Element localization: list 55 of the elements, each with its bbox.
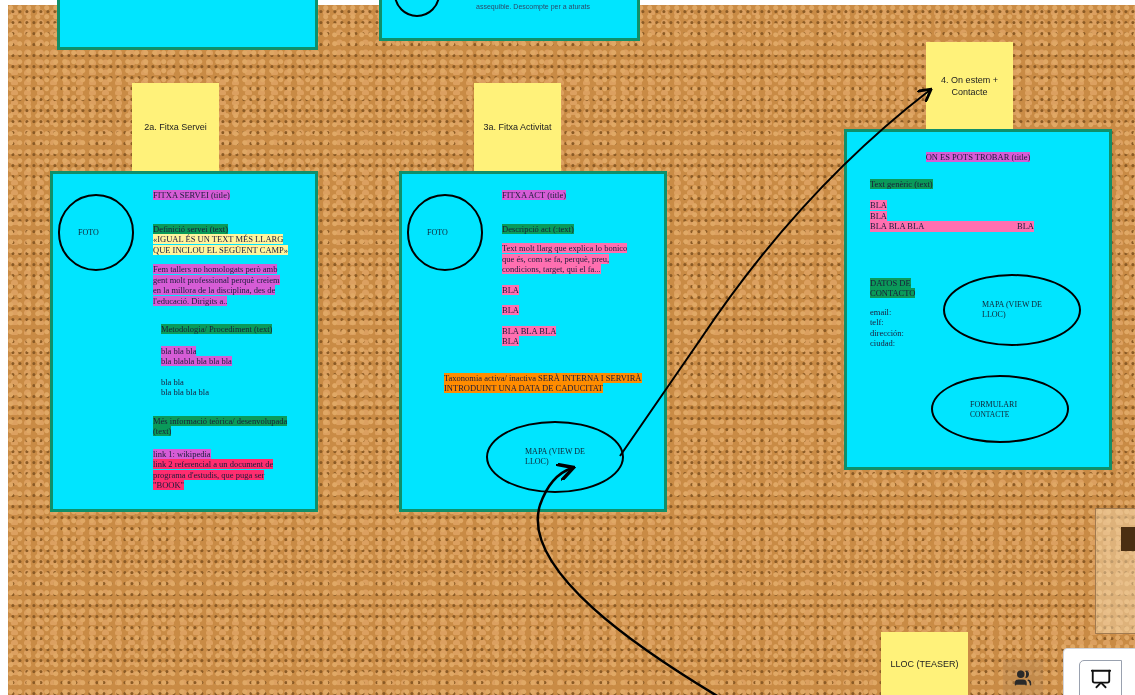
note-text: bla bla bla bla [161,387,209,397]
shape-label: FORMULARI [970,399,1019,410]
note-text: bla bla bla [161,345,197,356]
note-text: dirección: [870,327,904,338]
note-text: en la millora de la disciplina, des de [153,285,276,295]
shape-label: MAPA (VIEW DE LLOC) [525,447,585,467]
note-text: FITXA ACT (title) [502,190,567,200]
presentation-button[interactable] [1079,660,1122,695]
note-text: BLA [870,200,887,210]
sticky-note-text: 4. On estem + Contacte [940,73,999,98]
dark-square-icon [1121,527,1135,551]
note-text: bla bla [161,376,184,387]
shape-label: FOTO [78,227,100,238]
note-text: BLA [1017,221,1034,232]
note-text: Taxonomia activa/ inactiva SERÀ INTERNA I SERVIRÀ [444,372,642,383]
note-text: QUE INCLOU EL SEGÜENT CAMP» [153,244,289,255]
sticky-note-text: 2a. Fitxa Servei [144,121,207,133]
users-button[interactable] [1003,660,1043,695]
note-text: telf: [870,317,884,327]
note-text: Més informació teòrica/ desenvolupada [153,415,288,426]
note-text: email: [870,306,892,317]
note-text: ciudad: [870,338,896,348]
note-text: BLA [502,336,519,346]
note-text: DATOS DE [870,277,911,288]
note-text: Text molt llarg que explica lo bonico [502,243,628,253]
note-text: Text genèric (text) [870,178,933,189]
note-text: BLA BLA BLA [870,221,925,232]
note-text: BLA [502,305,519,315]
note-text: que és, com se fa, perquè, preu, [502,253,610,264]
note-text: Fem tallers no homologats però amb [153,264,278,274]
shape-label: MAPA (VIEW DE LLOC) [982,300,1042,320]
note-text: ON ES POTS TROBAR (title) [925,152,1031,162]
note-text: FITXA SERVEI (title) [153,190,230,200]
note-text: CONTACTO [870,288,916,298]
note-text: INTRODUINT UNA DATA DE CADUCITAT [444,383,604,393]
sticky-note-text: LLOC (TEASER) [890,657,959,670]
note-text: link 1: wikipedia [153,448,211,459]
note-text: bla blabla bla bla bla [161,356,232,366]
note-text: BLA BLA BLA [502,325,557,336]
note-text: link 2 referencial a un document de [153,459,274,469]
note-text: "BOOK" [153,480,185,490]
note-text: l'educació. Dirigits a.. [153,295,228,306]
note-text: gent molt professional perquè creiem [153,274,280,285]
shape-label: FOTO [427,227,449,238]
note-text: Metodologia/ Procediment (text) [161,324,273,334]
users-icon [1014,668,1032,687]
note-text: Definició servei (text) [153,223,229,234]
note-text: BLA [502,284,519,295]
note-text: Descripció act (:text) [502,223,574,234]
presentation-icon [1089,667,1112,690]
note-text: BLA [870,210,887,221]
note-text: «IGUAL ÉS UN TEXT MÉS LLARG [153,234,284,244]
note-text: condicions, target, qui el fa... [502,264,601,274]
sticky-note-text: 3a. Fitxa Activitat [483,121,552,133]
note-text: (text) [153,426,172,436]
